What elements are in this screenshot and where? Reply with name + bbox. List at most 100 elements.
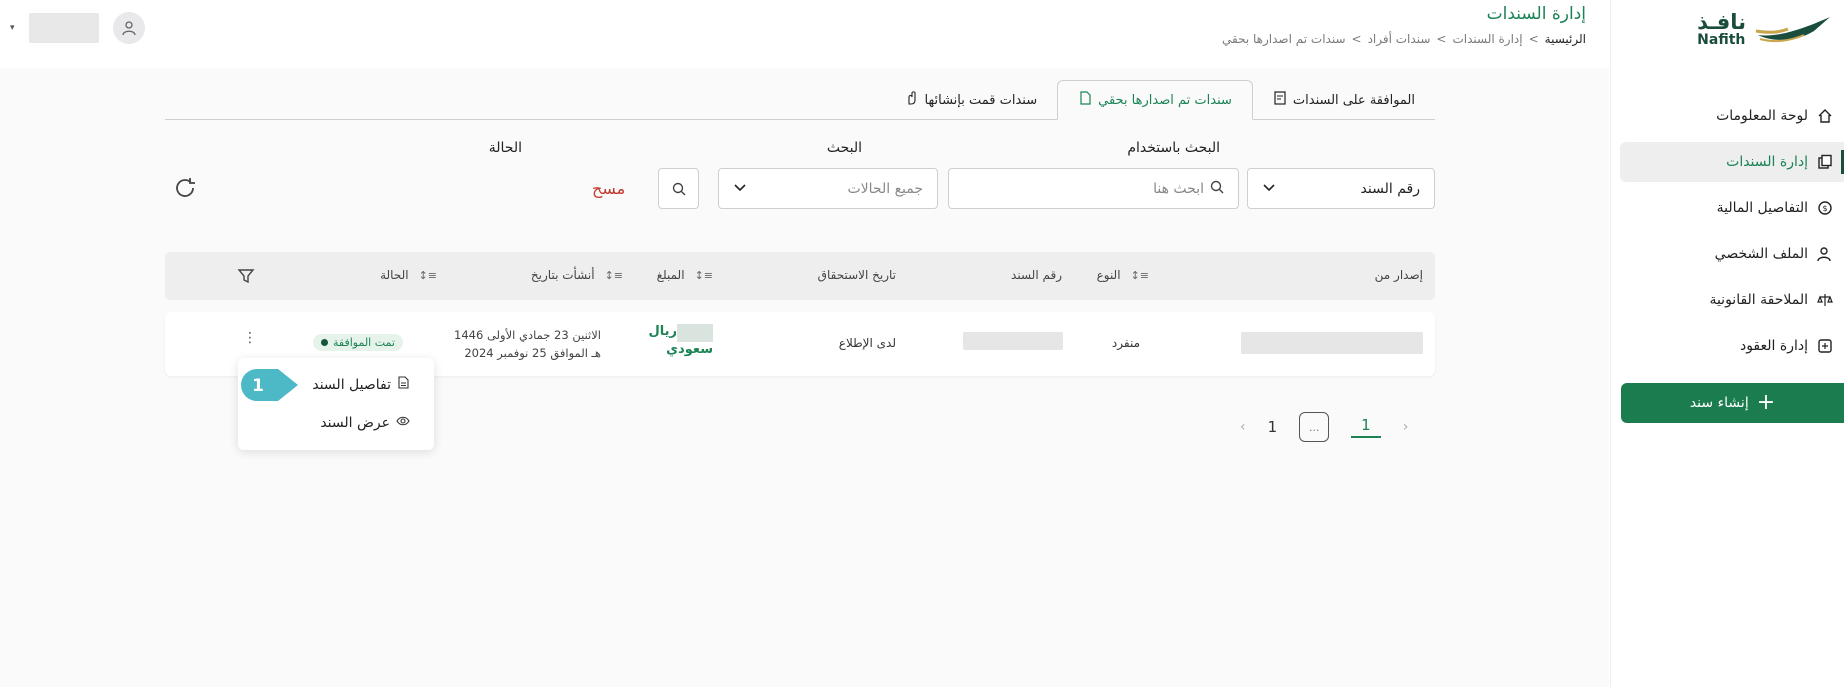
tab-label: سندات قمت بإنشائها <box>924 92 1038 108</box>
sidebar-item-profile[interactable]: الملف الشخصي <box>1610 234 1844 274</box>
refresh-icon[interactable] <box>172 175 198 201</box>
sidebar-item-legal[interactable]: الملاحقة القانونية <box>1610 280 1844 320</box>
column-created-at[interactable]: أنشأت بتاريخ ↕≡ <box>531 268 623 282</box>
logo-mark-icon <box>1755 16 1830 42</box>
contracts-icon <box>1816 337 1834 355</box>
search-by-select[interactable]: رقم السند <box>1247 168 1435 209</box>
breadcrumb-current: سندات تم اصدارها بحقي <box>1222 32 1346 46</box>
approval-icon <box>1273 91 1287 109</box>
tab-label: سندات تم اصدارها بحقي <box>1098 92 1232 108</box>
breadcrumb-individual-bonds[interactable]: سندات أفراد <box>1368 32 1431 46</box>
search-icon <box>1210 180 1224 198</box>
column-due-date: تاريخ الاستحقاق <box>817 268 896 282</box>
sidebar-item-label: الملاحقة القانونية <box>1709 292 1808 308</box>
column-bond-number: رقم السند <box>1011 268 1062 282</box>
tab-bond-approval[interactable]: الموافقة على السندات <box>1253 80 1435 120</box>
search-input[interactable]: ابحث هنا <box>948 168 1239 209</box>
status-select[interactable]: جميع الحالات <box>718 168 938 209</box>
sidebar-item-label: إدارة السندات <box>1726 154 1808 170</box>
current-page[interactable]: 1 <box>1351 416 1381 438</box>
sidebar-item-bonds[interactable]: إدارة السندات <box>1620 142 1844 182</box>
user-name-redacted <box>28 13 99 43</box>
hand-icon <box>905 91 919 109</box>
sidebar-item-financial[interactable]: التفاصيل المالية $ <box>1610 188 1844 228</box>
step-marker-badge: 1 <box>241 369 298 401</box>
user-settings-icon <box>1816 245 1834 263</box>
cell-amount: ريال سعودي <box>648 324 713 357</box>
sidebar-item-label: إدارة العقود <box>1739 338 1808 354</box>
sidebar-item-contracts[interactable]: إدارة العقود <box>1610 326 1844 366</box>
chevron-down-icon <box>1262 180 1276 198</box>
status-label: الحالة <box>488 140 522 156</box>
prev-page-icon[interactable]: ‹ <box>1240 419 1246 435</box>
create-bond-label: إنشاء سند <box>1689 395 1749 411</box>
sidebar-item-label: الملف الشخصي <box>1714 246 1808 262</box>
home-icon <box>1816 107 1834 125</box>
cell-created-at: الاثنين 23 جمادي الأولى 1446 هـ الموافق … <box>454 328 601 360</box>
menu-item-bond-details[interactable]: تفاصيل السند <box>312 376 410 393</box>
amount-currency: ريال <box>648 324 677 339</box>
search-label: البحث <box>826 140 862 156</box>
pagination: ‹ 1 ... 1 › <box>1240 412 1408 442</box>
sort-icon[interactable]: ↕≡ <box>605 269 623 282</box>
bond-number-redacted <box>963 332 1063 350</box>
cell-due-date: لدى الإطلاع <box>838 336 896 350</box>
column-type[interactable]: النوع ↕≡ <box>1097 268 1149 282</box>
sort-icon[interactable]: ↕≡ <box>695 269 713 282</box>
sidebar-item-label: التفاصيل المالية <box>1716 200 1808 216</box>
logo-text: نافـذ Nafith <box>1697 10 1746 48</box>
document-icon <box>1078 91 1092 109</box>
user-menu[interactable]: ▾ <box>10 12 145 44</box>
bond-tabs: الموافقة على السندات سندات تم اصدارها بح… <box>165 80 1435 120</box>
eye-icon <box>396 415 410 431</box>
chevron-down-icon[interactable]: ▾ <box>10 23 15 33</box>
amount-redacted <box>677 324 713 342</box>
row-actions-menu-icon[interactable]: ⋮ <box>243 330 257 346</box>
status-value: جميع الحالات <box>847 180 924 197</box>
clear-filters-button[interactable]: مسح <box>592 179 625 198</box>
page-title: إدارة السندات <box>1486 4 1586 24</box>
sidebar-item-dashboard[interactable]: لوحة المعلومات <box>1610 96 1844 136</box>
user-avatar-icon[interactable] <box>112 12 145 44</box>
status-badge: تمت الموافقة <box>313 334 403 351</box>
sidebar-item-label: لوحة المعلومات <box>1716 108 1808 124</box>
page-number[interactable]: 1 <box>1268 418 1278 436</box>
amount-currency-2: سعودي <box>666 342 713 357</box>
table-header: إصدار من النوع ↕≡ رقم السند تاريخ الاستح… <box>165 252 1435 300</box>
tab-bonds-i-created[interactable]: سندات قمت بإنشائها <box>885 80 1058 120</box>
filter-icon[interactable] <box>237 267 255 285</box>
search-placeholder: ابحث هنا <box>1153 180 1204 197</box>
cell-type: منفرد <box>1111 336 1140 350</box>
sort-icon[interactable]: ↕≡ <box>419 269 437 282</box>
sidebar: نافـذ Nafith لوحة المعلومات إدارة السندا… <box>1610 0 1844 687</box>
next-page-icon[interactable]: › <box>1403 419 1409 435</box>
breadcrumb: الرئيسية > إدارة السندات > سندات أفراد >… <box>1222 32 1586 46</box>
menu-item-view-bond[interactable]: عرض السند <box>320 415 410 431</box>
column-issued-by: إصدار من <box>1374 268 1423 282</box>
chevron-down-icon <box>733 180 747 198</box>
column-status[interactable]: الحالة ↕≡ <box>380 268 437 282</box>
sort-icon[interactable]: ↕≡ <box>1131 269 1149 282</box>
breadcrumb-home[interactable]: الرئيسية <box>1545 32 1586 46</box>
file-icon <box>397 376 410 393</box>
tab-label: الموافقة على السندات <box>1292 92 1415 108</box>
search-button[interactable] <box>658 168 699 209</box>
sidebar-nav: لوحة المعلومات إدارة السندات التفاصيل ال… <box>1610 90 1844 366</box>
svg-text:$: $ <box>1822 204 1827 213</box>
step-number: 1 <box>252 376 264 396</box>
breadcrumb-separator: > <box>1528 32 1539 46</box>
issuer-redacted <box>1241 332 1423 354</box>
tab-bonds-issued-against-me[interactable]: سندات تم اصدارها بحقي <box>1057 80 1253 120</box>
page-ellipsis[interactable]: ... <box>1299 412 1330 442</box>
breadcrumb-bonds[interactable]: إدارة السندات <box>1452 32 1522 46</box>
create-bond-button[interactable]: إنشاء سند + <box>1621 383 1844 423</box>
search-by-value: رقم السند <box>1360 180 1420 197</box>
breadcrumb-separator: > <box>1351 32 1362 46</box>
breadcrumb-separator: > <box>1436 32 1447 46</box>
search-icon <box>672 182 685 195</box>
column-amount[interactable]: المبلغ ↕≡ <box>657 268 713 282</box>
money-icon: $ <box>1816 199 1834 217</box>
nafith-logo[interactable]: نافـذ Nafith <box>1697 12 1832 47</box>
search-by-label: البحث باستخدام <box>1127 140 1220 156</box>
status-dot <box>321 339 328 346</box>
